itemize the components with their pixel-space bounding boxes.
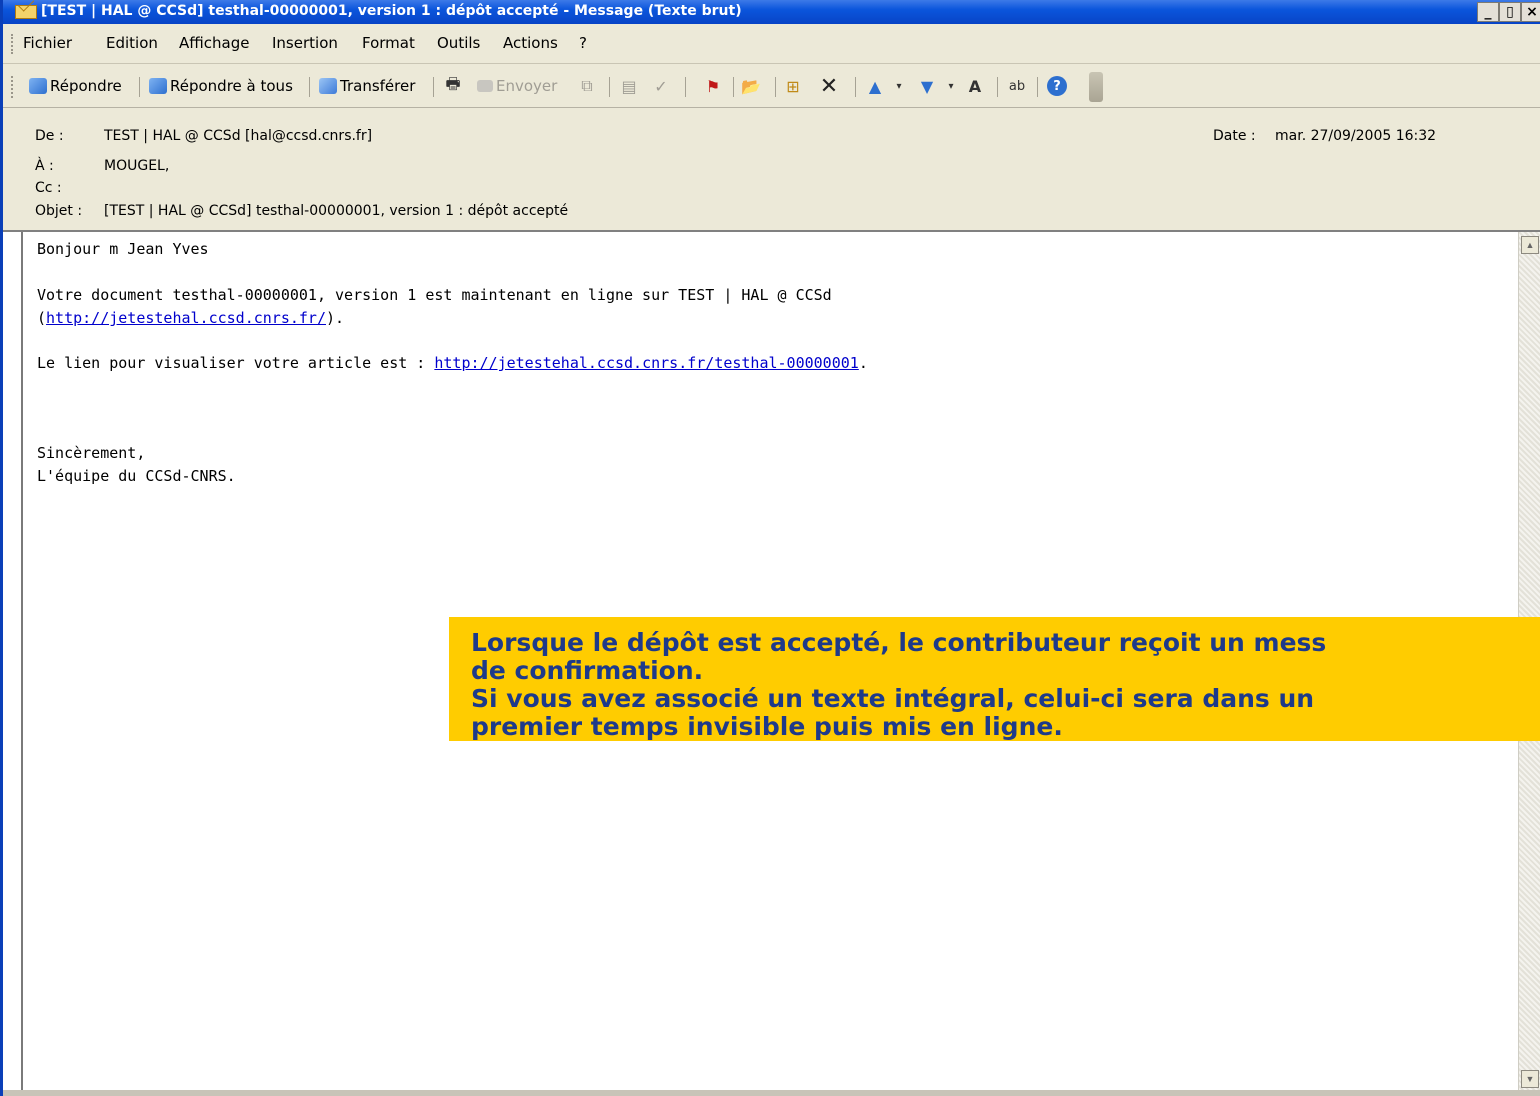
from-value[interactable]: TEST | HAL @ CCSd [hal@ccsd.cnrs.fr]	[104, 128, 372, 144]
open-folder-icon[interactable]: 📂	[741, 76, 761, 96]
site-link[interactable]: http://jetestehal.ccsd.cnrs.fr/	[46, 309, 326, 327]
toolbar-separator	[855, 77, 856, 97]
body-line2-close: ).	[326, 309, 345, 327]
body-greeting: Bonjour m Jean Yves	[37, 240, 209, 258]
forward-icon	[319, 78, 337, 94]
callout-line4: premier temps invisible puis mis en lign…	[471, 712, 1063, 741]
check-names-icon[interactable]: ✓	[651, 76, 671, 96]
forward-button[interactable]: Transférer	[319, 74, 415, 98]
encoding-icon[interactable]: ab	[1007, 76, 1027, 96]
forward-label: Transférer	[340, 77, 416, 95]
title-bar[interactable]: [TEST | HAL @ CCSd] testhal-00000001, ve…	[3, 0, 1540, 24]
font-size-icon[interactable]: A	[965, 76, 985, 96]
scroll-up-icon[interactable]: ▲	[1521, 236, 1539, 254]
subject-label: Objet :	[35, 203, 83, 219]
cc-label: Cc :	[35, 180, 62, 196]
annotation-callout: Lorsque le dépôt est accepté, le contrib…	[449, 617, 1540, 741]
message-window: [TEST | HAL @ CCSd] testhal-00000001, ve…	[0, 0, 1540, 1096]
window-title: [TEST | HAL @ CCSd] testhal-00000001, ve…	[41, 3, 742, 19]
to-value[interactable]: MOUGEL,	[104, 158, 169, 174]
toolbar-separator	[775, 77, 776, 97]
toolbar-separator	[609, 77, 610, 97]
menu-edition[interactable]: Edition	[106, 34, 158, 52]
body-closing: Sincèrement,	[37, 444, 146, 462]
minimize-button[interactable]: _	[1477, 2, 1499, 22]
toolbar-separator	[433, 77, 434, 97]
menu-outils[interactable]: Outils	[437, 34, 480, 52]
menu-bar: Fichier Edition Affichage Insertion Form…	[3, 24, 1540, 64]
window-bottom-edge	[3, 1090, 1540, 1096]
toolbar-grip[interactable]	[11, 76, 16, 98]
date-value: mar. 27/09/2005 16:32	[1275, 128, 1437, 144]
send-button[interactable]: Envoyer	[477, 74, 557, 98]
toolbar-overflow-chevron-icon[interactable]	[1089, 72, 1103, 102]
print-icon[interactable]: 🖶	[443, 74, 463, 96]
toolbar-separator	[685, 77, 686, 97]
article-link[interactable]: http://jetestehal.ccsd.cnrs.fr/testhal-0…	[434, 354, 858, 372]
address-book-icon[interactable]: ▤	[619, 76, 639, 96]
callout-line1: Lorsque le dépôt est accepté, le contrib…	[471, 628, 1327, 657]
next-item-icon[interactable]: ▼	[917, 76, 937, 96]
body-signature: L'équipe du CCSd-CNRS.	[37, 467, 236, 485]
help-icon[interactable]: ?	[1047, 76, 1067, 96]
toolbar-separator	[733, 77, 734, 97]
close-button[interactable]: ×	[1521, 2, 1540, 22]
reply-all-button[interactable]: Répondre à tous	[149, 74, 293, 98]
reply-all-label: Répondre à tous	[170, 77, 293, 95]
reply-all-icon	[149, 78, 167, 94]
date-label: Date :	[1213, 128, 1256, 144]
body-line2: (http://jetestehal.ccsd.cnrs.fr/).	[37, 309, 344, 327]
callout-line2: de confirmation.	[471, 656, 704, 685]
menu-fichier[interactable]: Fichier	[23, 34, 72, 52]
toolbar-separator	[997, 77, 998, 97]
body-line1: Votre document testhal-00000001, version…	[37, 286, 832, 304]
menu-format[interactable]: Format	[362, 34, 415, 52]
next-dropdown-icon[interactable]: ▾	[941, 76, 961, 96]
message-header: De : TEST | HAL @ CCSd [hal@ccsd.cnrs.fr…	[3, 108, 1540, 232]
to-label: À :	[35, 158, 54, 174]
previous-dropdown-icon[interactable]: ▾	[889, 76, 909, 96]
body-line3-end: .	[858, 354, 868, 372]
send-icon	[477, 80, 493, 92]
delete-icon[interactable]: ✕	[819, 74, 839, 99]
callout-line3: Si vous avez associé un texte intégral, …	[471, 684, 1315, 713]
menu-actions[interactable]: Actions	[503, 34, 558, 52]
envelope-icon	[15, 5, 37, 19]
move-to-folder-icon[interactable]: ⊞	[783, 76, 803, 96]
reply-label: Répondre	[50, 77, 122, 95]
body-line3-text: Le lien pour visualiser votre article es…	[37, 354, 435, 372]
toolbar-separator	[1037, 77, 1038, 97]
copy-icon[interactable]: ⧉	[577, 76, 597, 96]
menu-help[interactable]: ?	[579, 34, 587, 52]
send-label: Envoyer	[496, 77, 558, 95]
toolbar-separator	[139, 77, 140, 97]
menubar-grip[interactable]	[11, 34, 16, 54]
scroll-down-icon[interactable]: ▼	[1521, 1070, 1539, 1088]
reply-icon	[29, 78, 47, 94]
menu-insertion[interactable]: Insertion	[272, 34, 338, 52]
body-line3: Le lien pour visualiser votre article es…	[37, 354, 868, 372]
flag-icon[interactable]: ⚑	[703, 76, 723, 96]
menu-affichage[interactable]: Affichage	[179, 34, 249, 52]
subject-value: [TEST | HAL @ CCSd] testhal-00000001, ve…	[104, 203, 569, 219]
reply-button[interactable]: Répondre	[29, 74, 122, 98]
from-label: De :	[35, 128, 64, 144]
toolbar-separator	[309, 77, 310, 97]
body-line2-open: (	[37, 309, 47, 327]
standard-toolbar: Répondre Répondre à tous Transférer 🖶 En…	[3, 64, 1540, 108]
restore-button[interactable]: ▯	[1499, 2, 1521, 22]
previous-item-icon[interactable]: ▲	[865, 76, 885, 96]
